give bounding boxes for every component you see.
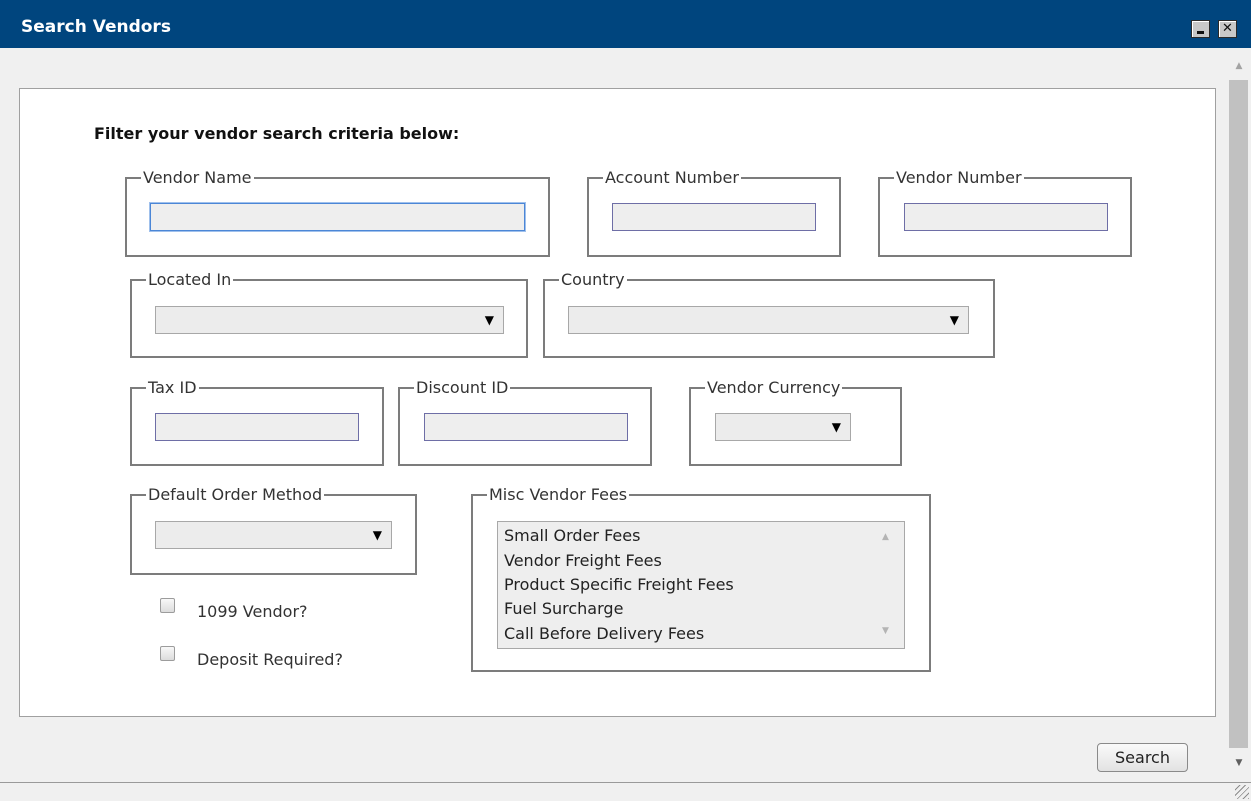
minimize-icon <box>1197 31 1204 34</box>
list-item[interactable]: Vendor Freight Fees <box>504 551 662 571</box>
caret-down-icon: ▼ <box>949 313 959 327</box>
listbox-scroll-up-icon[interactable]: ▲ <box>882 532 889 542</box>
scroll-up-arrow-icon[interactable]: ▲ <box>1232 60 1246 72</box>
deposit-required-checkbox[interactable] <box>160 646 175 661</box>
misc-vendor-fees-listbox[interactable]: Small Order Fees Vendor Freight Fees Pro… <box>497 521 905 649</box>
vendor-name-input[interactable] <box>150 203 525 231</box>
located-in-label: Located In <box>148 270 232 289</box>
caret-down-icon: ▼ <box>831 420 841 434</box>
scrollbar-thumb[interactable] <box>1229 80 1248 748</box>
vendor-number-input[interactable] <box>904 203 1108 231</box>
resize-grip-icon[interactable] <box>1235 785 1249 799</box>
list-item[interactable]: Fuel Surcharge <box>504 599 623 619</box>
tax-id-label: Tax ID <box>148 378 197 397</box>
vendor-number-label: Vendor Number <box>896 168 1022 187</box>
default-order-method-label: Default Order Method <box>148 485 323 504</box>
misc-vendor-fees-label: Misc Vendor Fees <box>489 485 628 504</box>
listbox-scroll-down-icon[interactable]: ▼ <box>882 626 889 636</box>
list-item[interactable]: Call Before Delivery Fees <box>504 624 704 644</box>
country-label: Country <box>561 270 625 289</box>
vendor-currency-select[interactable]: ▼ <box>715 413 851 441</box>
deposit-required-label: Deposit Required? <box>197 650 343 669</box>
account-number-label: Account Number <box>605 168 739 187</box>
caret-down-icon: ▼ <box>484 313 494 327</box>
discount-id-input[interactable] <box>424 413 628 441</box>
vendor-1099-checkbox[interactable] <box>160 598 175 613</box>
tax-id-input[interactable] <box>155 413 359 441</box>
close-icon: ✕ <box>1222 21 1233 36</box>
vendor-1099-label: 1099 Vendor? <box>197 602 308 621</box>
caret-down-icon: ▼ <box>372 528 382 542</box>
window-title: Search Vendors <box>21 17 171 37</box>
list-item[interactable]: Product Specific Freight Fees <box>504 575 734 595</box>
vendor-name-label: Vendor Name <box>143 168 252 187</box>
account-number-input[interactable] <box>612 203 816 231</box>
default-order-method-select[interactable]: ▼ <box>155 521 392 549</box>
search-button[interactable]: Search <box>1097 743 1188 772</box>
minimize-button[interactable] <box>1191 20 1210 38</box>
country-select[interactable]: ▼ <box>568 306 969 334</box>
form-heading: Filter your vendor search criteria below… <box>94 124 460 143</box>
vendor-currency-label: Vendor Currency <box>707 378 841 397</box>
list-item[interactable]: Small Order Fees <box>504 526 640 546</box>
title-bar: Search Vendors ✕ <box>0 0 1251 48</box>
status-bar <box>0 782 1251 801</box>
scroll-down-arrow-icon[interactable]: ▼ <box>1232 757 1246 769</box>
discount-id-label: Discount ID <box>416 378 509 397</box>
close-button[interactable]: ✕ <box>1218 20 1237 38</box>
located-in-select[interactable]: ▼ <box>155 306 504 334</box>
